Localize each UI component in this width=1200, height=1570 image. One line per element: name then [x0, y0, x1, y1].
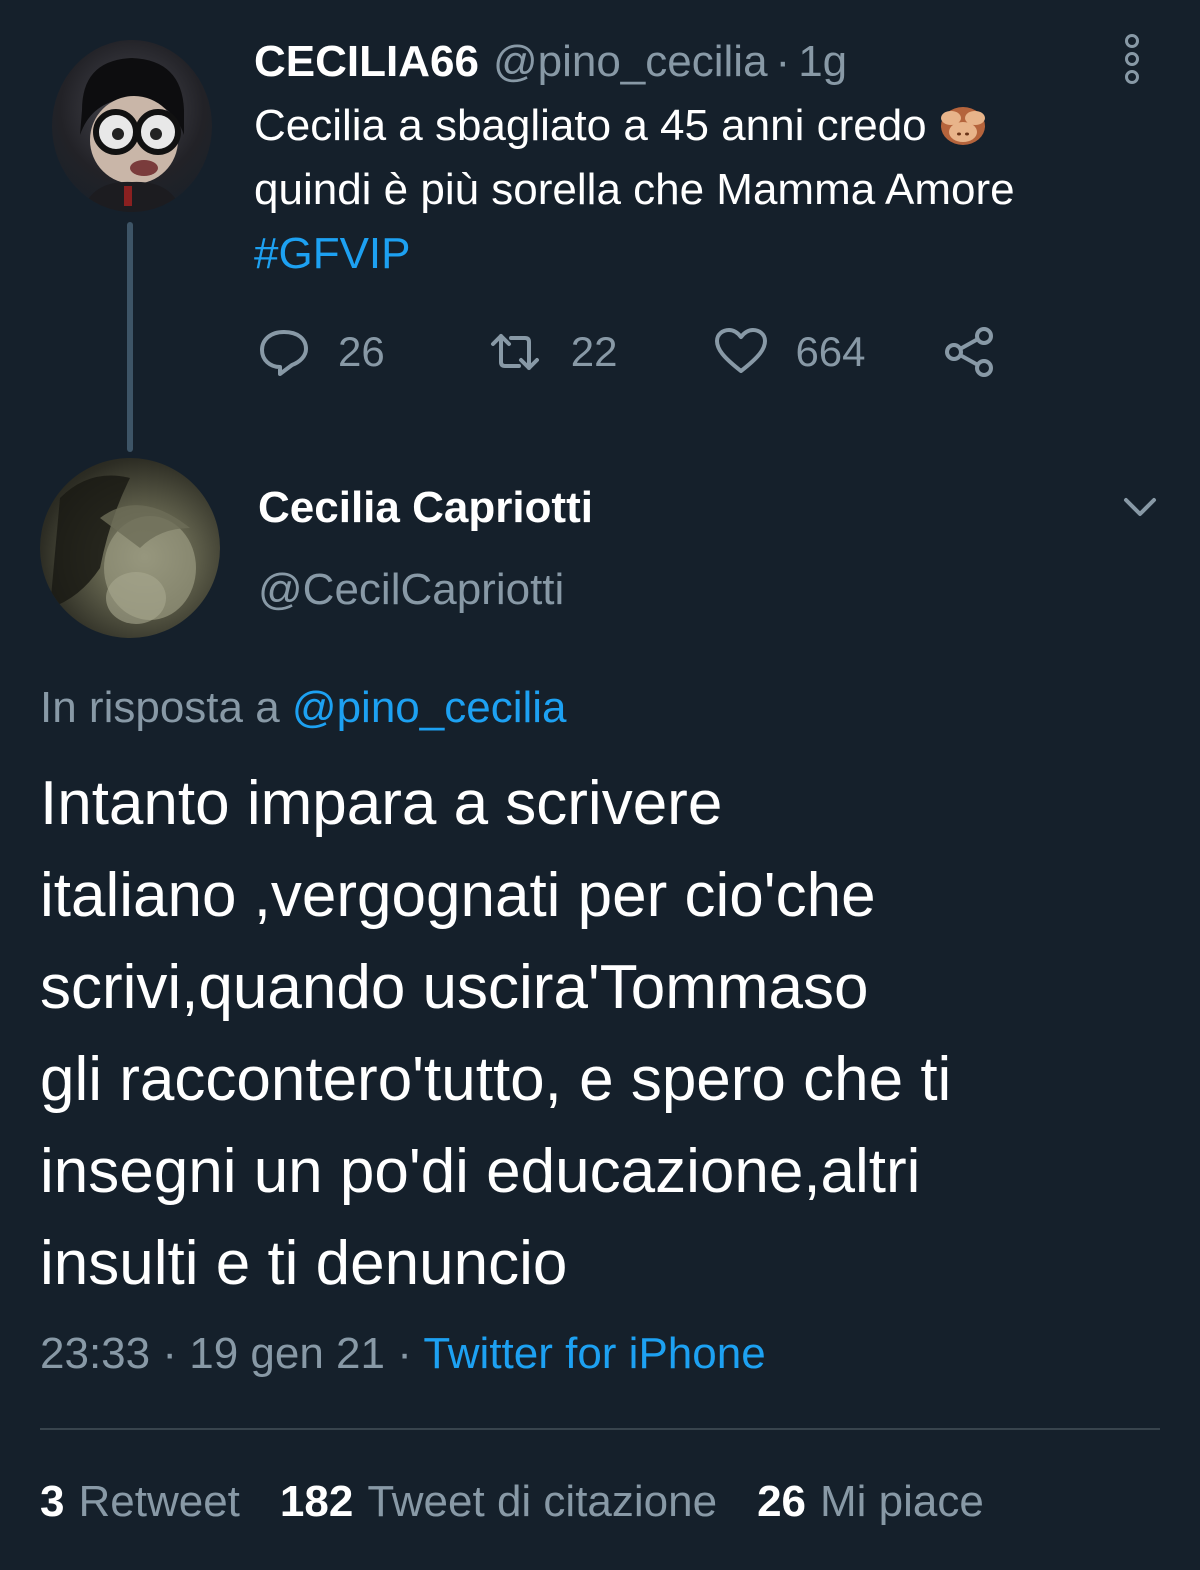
share-icon — [944, 327, 993, 377]
reply-context: In risposta a @pino_cecilia — [40, 680, 567, 736]
parent-handle[interactable]: @pino_cecilia — [493, 34, 768, 90]
tweet-stats: 3 Retweet 182 Tweet di citazione 26 Mi piac… — [40, 1474, 1024, 1530]
quotes-label: Tweet di citazione — [367, 1477, 718, 1526]
reply-button[interactable]: 26 — [256, 327, 385, 377]
reply-prefix: In risposta a — [40, 683, 280, 732]
likes-label: Mi piace — [820, 1477, 984, 1526]
avatar-cecilia-capriotti[interactable] — [40, 458, 220, 638]
stats-divider — [40, 1428, 1160, 1430]
tweet-time[interactable]: 23:33 — [40, 1329, 150, 1378]
chevron-down-svg — [1124, 498, 1156, 516]
tweet-body-line: Intanto impara a scrivere — [40, 769, 723, 838]
more-options-icon[interactable] — [1120, 34, 1144, 84]
tweet-body-line: scrivi,quando uscira'Tommaso — [40, 953, 869, 1022]
parent-text-line1: Cecilia a sbagliato a 45 anni credo — [254, 101, 927, 150]
hashtag-link[interactable]: #GFVIP — [254, 229, 411, 278]
see-no-evil-monkey-icon — [940, 107, 985, 145]
retweet-count: 22 — [570, 328, 618, 375]
heart-icon — [715, 328, 768, 373]
like-count: 664 — [795, 328, 866, 375]
tweet-body: Intanto impara a scrivere italiano ,verg… — [40, 758, 1160, 1310]
likes-count: 26 — [757, 1477, 807, 1526]
parent-tweet-header: CECILIA66 @pino_cecilia · 1g — [254, 34, 847, 90]
thread-connector-line — [127, 222, 133, 452]
tweet-date[interactable]: 19 gen 21 — [189, 1329, 385, 1378]
parent-separator: · — [775, 37, 791, 86]
retweet-icon — [490, 334, 539, 370]
retweet-button[interactable]: 22 — [485, 328, 618, 376]
retweets-stat[interactable]: 3 Retweet — [40, 1474, 240, 1530]
author-display-name[interactable]: Cecilia Capriotti — [258, 480, 593, 536]
tweet-body-line: insegni un po'di educazione,altri — [40, 1137, 921, 1206]
tweet-body-line: italiano ,vergognati per cio'che — [40, 861, 876, 930]
like-button[interactable]: 664 — [713, 327, 866, 377]
reply-count: 26 — [338, 328, 385, 375]
parent-timestamp[interactable]: 1g — [798, 34, 847, 90]
parent-tweet-actions: 26 22 664 — [256, 320, 998, 384]
likes-stat[interactable]: 26 Mi piace — [757, 1474, 984, 1530]
quotes-stat[interactable]: 182 Tweet di citazione — [280, 1474, 717, 1530]
avatar-image — [50, 475, 196, 624]
parent-tweet-text: Cecilia a sbagliato a 45 anni credo quin… — [254, 94, 1154, 286]
retweets-label: Retweet — [78, 1477, 240, 1526]
chevron-down-icon[interactable] — [1120, 486, 1160, 531]
retweets-count: 3 — [40, 1477, 65, 1526]
parent-display-name[interactable]: CECILIA66 — [254, 34, 479, 90]
share-button[interactable] — [942, 326, 998, 378]
tweet-metadata: 23:33 · 19 gen 21 · Twitter for iPhone — [40, 1326, 766, 1382]
reply-icon — [260, 330, 308, 376]
quotes-count: 182 — [279, 1477, 354, 1526]
meta-separator: · — [162, 1329, 177, 1378]
meta-separator: · — [397, 1329, 412, 1378]
avatar-image — [80, 58, 184, 212]
author-handle[interactable]: @CecilCapriotti — [258, 562, 564, 618]
tweet-source-link[interactable]: Twitter for iPhone — [423, 1329, 765, 1378]
avatar-cecilia66[interactable] — [52, 40, 212, 212]
parent-text-line2: quindi è più sorella che Mamma Amore — [254, 165, 1015, 214]
tweet-body-line: gli raccontero'tutto, e spero che ti — [40, 1045, 952, 1114]
reply-mention-link[interactable]: @pino_cecilia — [292, 683, 567, 732]
tweet-body-line: insulti e ti denuncio — [40, 1229, 568, 1298]
